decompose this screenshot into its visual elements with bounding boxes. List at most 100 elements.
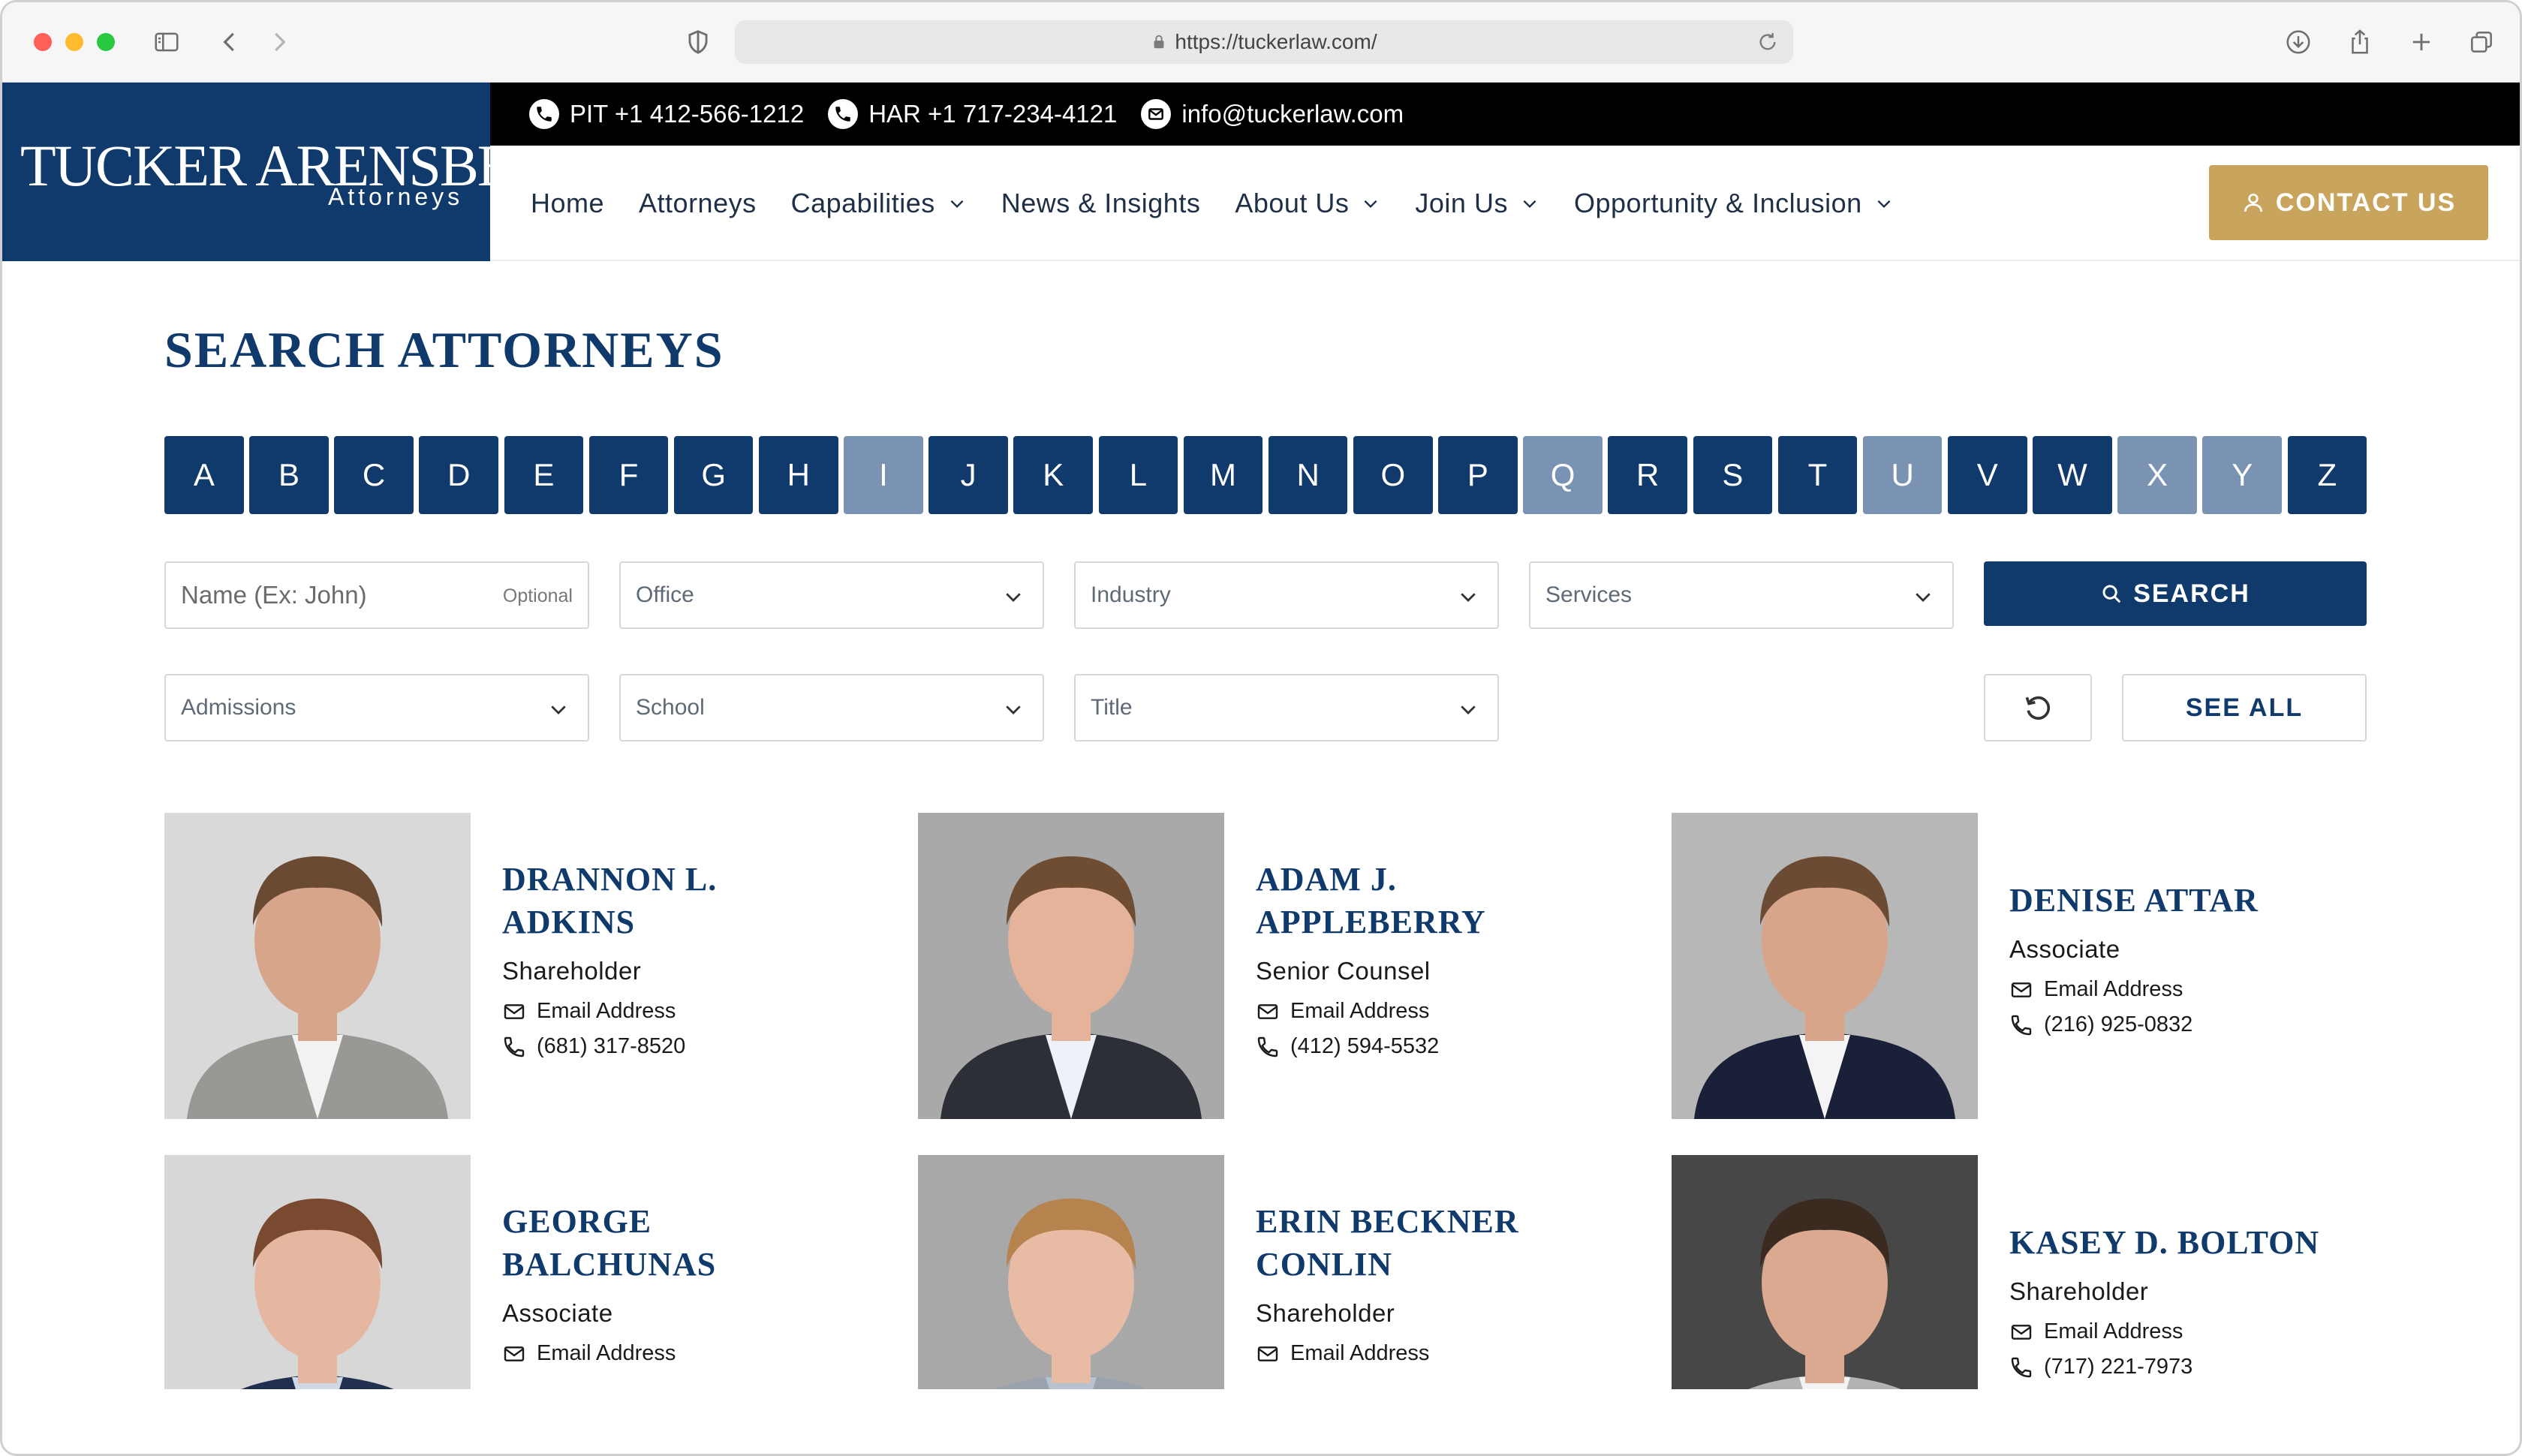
forward-arrow-icon[interactable]	[259, 22, 299, 62]
letter-w-button[interactable]: W	[2033, 436, 2112, 514]
attorney-email-link[interactable]: Email Address	[1256, 1341, 1586, 1366]
attorney-photo[interactable]	[164, 813, 471, 1119]
email-address-label: Email Address	[2044, 977, 2183, 1001]
contact-us-button[interactable]: CONTACT US	[2209, 165, 2488, 240]
attorney-email-link[interactable]: Email Address	[2009, 977, 2340, 1002]
pit-phone-link[interactable]: PIT +1 412-566-1212	[529, 99, 804, 129]
services-select[interactable]: Services	[1529, 561, 1954, 629]
attorney-phone: (681) 317-8520	[537, 1034, 686, 1058]
attorney-info: DRANNON L. ADKINS Shareholder Email Address…	[502, 858, 832, 1059]
chevron-down-icon	[1916, 593, 1931, 602]
attorney-name-link[interactable]: ERIN BECKNER CONLIN	[1256, 1200, 1586, 1286]
nav-about[interactable]: About Us	[1235, 188, 1380, 219]
letter-n-button[interactable]: N	[1268, 436, 1348, 514]
letter-c-button[interactable]: C	[334, 436, 414, 514]
letter-j-button[interactable]: J	[928, 436, 1008, 514]
letter-k-button[interactable]: K	[1013, 436, 1094, 514]
letter-l-button[interactable]: L	[1098, 436, 1178, 514]
nav-home[interactable]: Home	[531, 188, 604, 219]
attorney-name-line2: APPLEBERRY	[1256, 904, 1486, 940]
letter-p-button[interactable]: P	[1438, 436, 1518, 514]
attorney-photo[interactable]	[1672, 813, 1978, 1119]
nav-attorneys[interactable]: Attorneys	[639, 188, 757, 219]
admissions-select[interactable]: Admissions	[164, 674, 589, 742]
tab-overview-icon[interactable]	[2461, 22, 2502, 62]
zoom-window-button[interactable]	[97, 33, 115, 51]
site-logo[interactable]: TUCKER ARENSBERG Attorneys	[2, 83, 591, 261]
share-icon[interactable]	[2340, 22, 2380, 62]
optional-hint: Optional	[502, 585, 573, 606]
attorney-name-link[interactable]: DENISE ATTAR	[2009, 879, 2340, 922]
envelope-icon	[1257, 1003, 1278, 1019]
letter-t-button[interactable]: T	[1777, 436, 1858, 514]
reset-filters-button[interactable]	[1984, 674, 2092, 742]
attorney-name-link[interactable]: ADAM J. APPLEBERRY	[1256, 858, 1586, 943]
attorney-photo[interactable]	[164, 1155, 471, 1389]
school-select-label: School	[636, 695, 705, 720]
letter-v-button[interactable]: V	[1947, 436, 2027, 514]
letter-s-button[interactable]: S	[1693, 436, 1773, 514]
browser-toolbar: https://tuckerlaw.com/	[2, 2, 2520, 83]
minimize-window-button[interactable]	[65, 33, 83, 51]
office-select[interactable]: Office	[619, 561, 1044, 629]
letter-o-button[interactable]: O	[1353, 436, 1433, 514]
see-all-button[interactable]: SEE ALL	[2122, 674, 2367, 742]
attorney-phone-link[interactable]: (216) 925-0832	[2009, 1012, 2340, 1037]
attorney-email-link[interactable]: Email Address	[502, 999, 832, 1024]
letter-e-button[interactable]: E	[504, 436, 584, 514]
letter-h-button[interactable]: H	[758, 436, 838, 514]
attorney-email-link[interactable]: Email Address	[1256, 999, 1586, 1024]
attorney-email-link[interactable]: Email Address	[2009, 1319, 2340, 1344]
close-window-button[interactable]	[34, 33, 52, 51]
nav-capabilities[interactable]: Capabilities	[791, 188, 967, 219]
admissions-select-label: Admissions	[181, 695, 296, 720]
reset-icon	[2025, 696, 2051, 720]
reload-icon[interactable]	[1756, 30, 1780, 54]
attorney-name-link[interactable]: GEORGE BALCHUNAS	[502, 1200, 832, 1286]
attorney-card[interactable]: DRANNON L. ADKINS Shareholder Email Address…	[164, 813, 840, 1119]
attorney-card[interactable]: ADAM J. APPLEBERRY Senior Counsel Email Add…	[918, 813, 1594, 1119]
attorney-name-line1: DENISE ATTAR	[2009, 882, 2259, 919]
attorney-email-link[interactable]: Email Address	[502, 1341, 832, 1366]
letter-d-button[interactable]: D	[419, 436, 499, 514]
school-select[interactable]: School	[619, 674, 1044, 742]
attorney-card[interactable]: GEORGE BALCHUNAS Associate Email Address	[164, 1155, 840, 1389]
nav-news[interactable]: News & Insights	[1001, 188, 1201, 219]
attorney-card[interactable]: KASEY D. BOLTON Shareholder Email Address (…	[1672, 1155, 2347, 1389]
attorney-name-line1: ADAM J.	[1256, 861, 1397, 898]
back-arrow-icon[interactable]	[209, 22, 250, 62]
privacy-shield-icon[interactable]	[678, 22, 718, 62]
attorney-card[interactable]: DENISE ATTAR Associate Email Address (216) …	[1672, 813, 2347, 1119]
letter-z-button[interactable]: Z	[2287, 436, 2367, 514]
nav-join[interactable]: Join Us	[1415, 188, 1539, 219]
industry-select[interactable]: Industry	[1074, 561, 1499, 629]
attorney-info: ADAM J. APPLEBERRY Senior Counsel Email Add…	[1256, 858, 1586, 1059]
attorney-photo[interactable]	[918, 1155, 1224, 1389]
attorney-name-link[interactable]: DRANNON L. ADKINS	[502, 858, 832, 943]
new-tab-icon[interactable]	[2401, 22, 2442, 62]
download-icon[interactable]	[2278, 22, 2319, 62]
attorney-phone-link[interactable]: (412) 594-5532	[1256, 1034, 1586, 1059]
attorney-card[interactable]: ERIN BECKNER CONLIN Shareholder Email Addre…	[918, 1155, 1594, 1389]
address-bar[interactable]: https://tuckerlaw.com/	[735, 20, 1793, 64]
letter-r-button[interactable]: R	[1608, 436, 1688, 514]
email-link[interactable]: info@tuckerlaw.com	[1141, 99, 1404, 129]
title-select[interactable]: Title	[1074, 674, 1499, 742]
services-select-label: Services	[1545, 582, 1633, 607]
attorney-name-link[interactable]: KASEY D. BOLTON	[2009, 1221, 2340, 1264]
sidebar-toggle-icon[interactable]	[146, 22, 187, 62]
attorney-photo[interactable]	[918, 813, 1224, 1119]
attorney-phone-link[interactable]: (717) 221-7973	[2009, 1355, 2340, 1379]
letter-m-button[interactable]: M	[1183, 436, 1263, 514]
name-search-input[interactable]: Name (Ex: John) Optional	[164, 561, 589, 629]
letter-f-button[interactable]: F	[588, 436, 669, 514]
letter-g-button[interactable]: G	[673, 436, 754, 514]
attorney-phone-link[interactable]: (681) 317-8520	[502, 1034, 832, 1059]
attorney-photo[interactable]	[1672, 1155, 1978, 1389]
letter-a-button[interactable]: A	[164, 436, 244, 514]
see-all-label: SEE ALL	[2185, 693, 2304, 722]
letter-b-button[interactable]: B	[249, 436, 329, 514]
search-button[interactable]: SEARCH	[1984, 561, 2367, 626]
har-phone-link[interactable]: HAR +1 717-234-4121	[828, 99, 1117, 129]
nav-opportunity[interactable]: Opportunity & Inclusion	[1574, 188, 1894, 219]
